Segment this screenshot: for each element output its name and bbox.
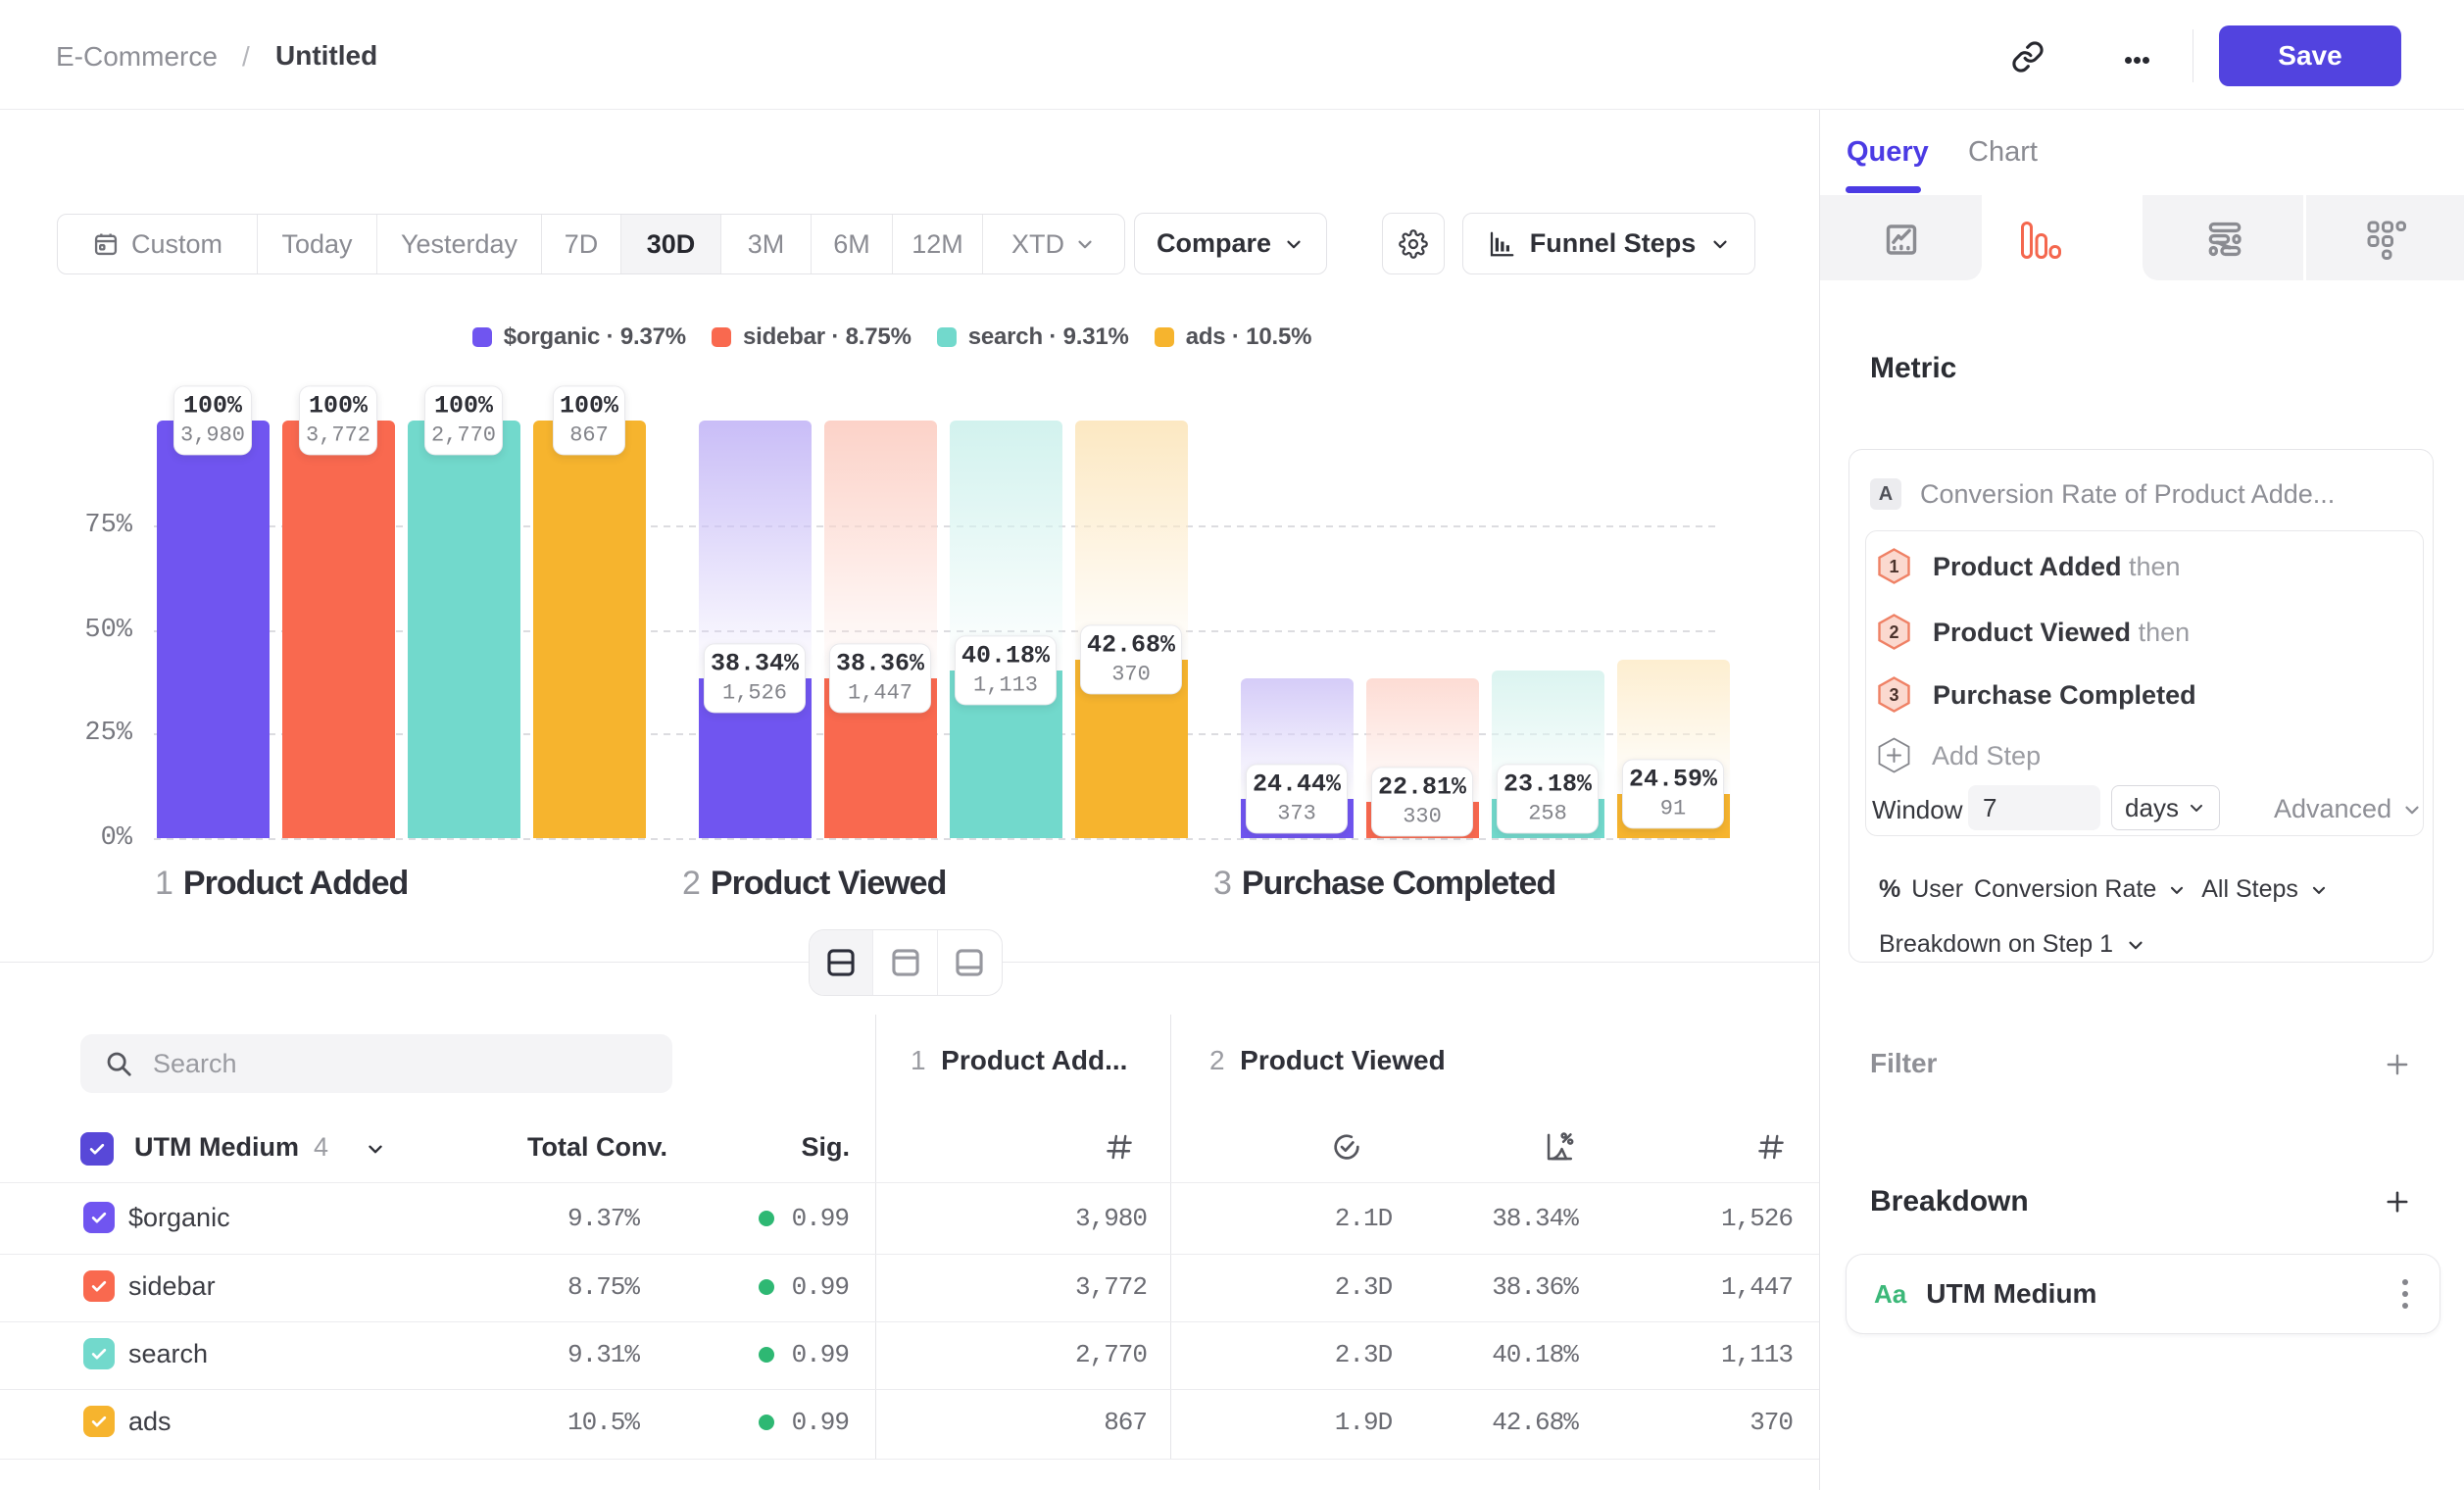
svg-text:2: 2 — [1889, 622, 1898, 642]
svg-text:1: 1 — [1889, 557, 1898, 576]
svg-text:3: 3 — [1889, 685, 1898, 705]
